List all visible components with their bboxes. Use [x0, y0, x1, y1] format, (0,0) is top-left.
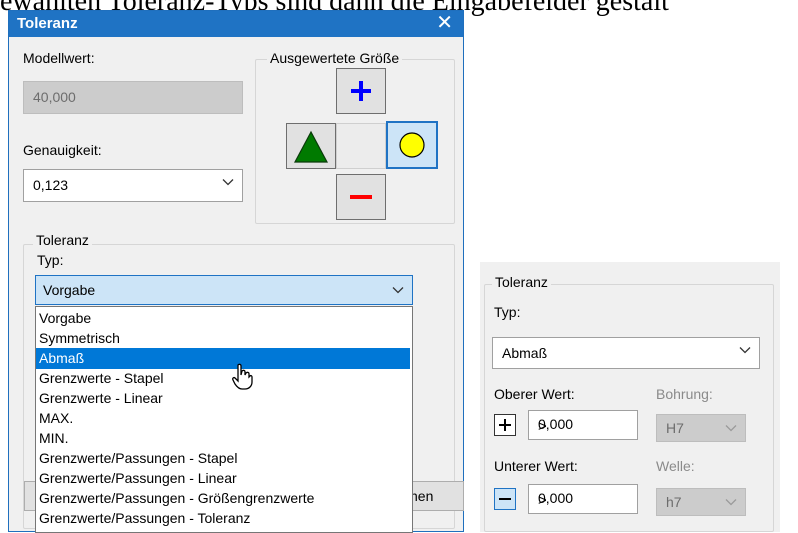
plus-toggle-button[interactable] — [494, 414, 516, 436]
type-select-2-value: Abmaß — [502, 345, 548, 361]
type-label-2: Typ: — [494, 304, 521, 320]
chevron-down-icon — [392, 287, 404, 294]
lower-value-input[interactable]: 0,000 > — [528, 484, 638, 514]
lower-value-label: Unterer Wert: — [494, 458, 578, 474]
model-value-text: 40,000 — [33, 89, 76, 105]
type-select-2[interactable]: Abmaß — [492, 337, 760, 369]
accuracy-value: 0,123 — [33, 177, 69, 193]
accuracy-label: Genauigkeit: — [23, 142, 102, 158]
dropdown-option[interactable]: Grenzwerte/Passungen - Größengrenzwerte — [36, 488, 410, 509]
shaft-label: Welle: — [656, 458, 695, 474]
upper-arrow-button[interactable]: > — [538, 418, 629, 435]
bore-label: Bohrung: — [656, 386, 713, 402]
tolerance-legend: Toleranz — [33, 232, 92, 248]
triangle-icon — [294, 130, 328, 163]
tolerance-legend-2: Toleranz — [492, 274, 551, 290]
minus-icon — [499, 498, 511, 500]
minus-button[interactable] — [336, 174, 386, 220]
dropdown-option[interactable]: Symmetrisch — [36, 328, 410, 349]
model-value-field: 40,000 — [23, 81, 243, 114]
evaluated-size-legend: Ausgewertete Größe — [267, 50, 403, 66]
tolerance-dialog: Toleranz ✕ Modellwert: 40,000 Genauigkei… — [8, 10, 464, 533]
center-cell — [336, 123, 386, 169]
chevron-down-icon — [725, 425, 737, 432]
model-value-label: Modellwert: — [23, 50, 95, 66]
bore-value: H7 — [666, 420, 684, 436]
plus-icon — [351, 81, 371, 101]
dropdown-option[interactable]: Grenzwerte - Linear — [36, 388, 410, 409]
bore-select: H7 — [656, 414, 746, 442]
lower-arrow-button[interactable]: > — [538, 492, 629, 509]
minus-icon — [350, 195, 372, 199]
plus-button[interactable] — [336, 68, 386, 114]
shaft-select: h7 — [656, 488, 746, 516]
chevron-down-icon — [222, 179, 234, 186]
close-icon[interactable]: ✕ — [436, 12, 453, 34]
dropdown-option[interactable]: MIN. — [36, 428, 410, 449]
type-dropdown-list: Vorgabe Symmetrisch Abmaß Grenzwerte - S… — [35, 306, 413, 533]
shaft-value: h7 — [666, 494, 682, 510]
type-select-value: Vorgabe — [43, 282, 96, 298]
minus-toggle-button[interactable] — [494, 488, 516, 510]
dropdown-option[interactable]: Grenzwerte/Passungen - Linear — [36, 468, 410, 489]
circle-icon — [399, 132, 425, 158]
dialog-titlebar: Toleranz ✕ — [9, 11, 463, 37]
dropdown-option[interactable]: MAX. — [36, 408, 410, 429]
partial-right-button[interactable]: hen — [404, 481, 464, 511]
type-label: Typ: — [37, 252, 64, 268]
chevron-down-icon — [739, 347, 751, 354]
circle-button[interactable] — [386, 121, 438, 169]
tolerance-panel-abmass: Toleranz Typ: Abmaß Oberer Wert: Bohrung… — [480, 262, 780, 532]
hand-cursor-icon — [232, 363, 253, 390]
partial-right-button-label: hen — [410, 488, 434, 504]
dropdown-option[interactable]: Grenzwerte - Stapel — [36, 368, 410, 389]
accuracy-select[interactable]: 0,123 — [23, 169, 243, 202]
upper-value-input[interactable]: 0,000 > — [528, 410, 638, 440]
dropdown-option[interactable]: Grenzwerte/Passungen - Toleranz — [36, 508, 410, 529]
plus-icon — [499, 419, 511, 431]
dropdown-option[interactable]: Vorgabe — [36, 308, 410, 329]
chevron-down-icon — [725, 499, 737, 506]
dropdown-option[interactable]: Grenzwerte/Passungen - Stapel — [36, 448, 410, 469]
triangle-button[interactable] — [286, 123, 336, 169]
upper-value-label: Oberer Wert: — [494, 386, 575, 402]
dropdown-option-selected[interactable]: Abmaß — [36, 348, 410, 369]
type-select[interactable]: Vorgabe — [35, 275, 413, 305]
dialog-title: Toleranz — [17, 15, 78, 32]
